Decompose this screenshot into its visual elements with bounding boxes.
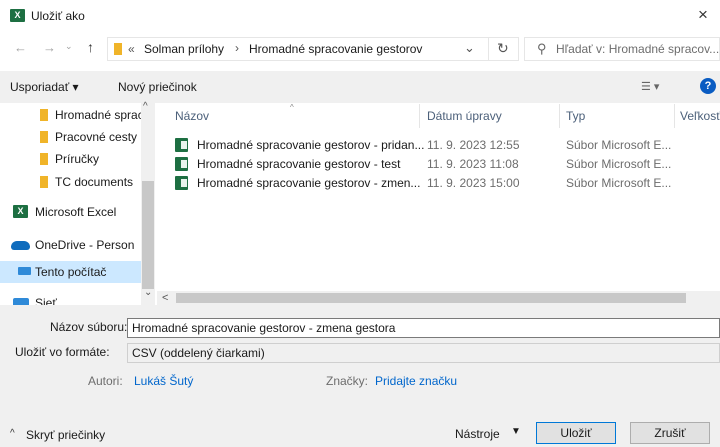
excel-icon: X [13,205,28,218]
column-header-type[interactable]: Typ [566,104,585,128]
nav-item-label: Pracovné cesty [55,130,138,144]
onedrive-icon [11,241,30,250]
close-icon[interactable]: × [698,5,708,25]
nav-item-label: TC documents [55,175,134,189]
filename-value: Hromadné spracovanie gestorov - zmena ge… [132,321,396,335]
address-dropdown-chevron-icon[interactable]: ⌄ [464,40,475,56]
excel-file-icon [175,157,188,171]
format-select[interactable]: CSV (oddelený čiarkami) ⌄ [127,343,720,363]
save-options-panel: Názov súboru: Hromadné spracovanie gesto… [0,305,720,447]
refresh-icon[interactable]: ↻ [497,40,509,57]
window-title: Uložiť ako [31,9,85,23]
column-divider[interactable] [419,104,420,128]
sort-ascending-icon: ^ [290,103,294,112]
nav-item-label: Hromadné sprac [55,108,141,122]
nav-item-this-pc[interactable]: Tento počítač [0,261,141,283]
scroll-left-icon[interactable]: < [162,291,168,305]
file-type: Súbor Microsoft E... [566,157,672,171]
search-icon: ⚲ [537,41,547,56]
nav-item-onedrive[interactable]: OneDrive - Person [0,234,141,256]
navigation-pane: Hromadné sprac Pracovné cesty Príručky T… [0,103,155,305]
hide-folders-button[interactable]: Skryť priečinky [26,428,105,442]
title-bar: X Uložiť ako × [0,0,720,32]
save-button[interactable]: Uložiť [536,422,616,444]
scroll-down-icon[interactable]: ⌄ [144,287,152,298]
help-icon[interactable]: ? [700,78,716,94]
file-row[interactable]: Hromadné spracovanie gestorov - test 11.… [175,155,720,173]
network-icon [13,298,29,305]
file-type: Súbor Microsoft E... [566,138,672,152]
column-header-name[interactable]: Názov [175,104,209,128]
cancel-button[interactable]: Zrušiť [630,422,710,444]
file-list-horizontal-scrollbar[interactable]: < [157,291,720,305]
new-folder-button[interactable]: Nový priečinok [118,80,197,94]
computer-icon [18,267,31,275]
command-bar: Usporiadať ▾ Nový priečinok ☰ ▾ ? [0,71,720,103]
filename-input[interactable]: Hromadné spracovanie gestorov - zmena ge… [127,318,720,338]
excel-file-icon [175,138,188,152]
nav-item-tc-documents[interactable]: TC documents [0,171,141,193]
scroll-up-icon[interactable]: ^ [143,101,148,112]
column-header-date[interactable]: Dátum úpravy [427,104,502,128]
up-arrow-icon[interactable]: ↑ [87,39,94,55]
file-row[interactable]: Hromadné spracovanie gestorov - zmen... … [175,174,720,192]
folder-icon [40,131,48,143]
back-arrow-icon[interactable]: ← [14,40,27,55]
organize-button[interactable]: Usporiadať ▾ [10,80,79,94]
file-date: 11. 9. 2023 11:08 [427,157,519,171]
format-label: Uložiť vo formáte: [15,345,110,359]
filename-label: Názov súboru: [50,320,128,334]
authors-label: Autori: [88,374,123,388]
chevron-up-icon[interactable]: ^ [10,428,15,439]
tools-button[interactable]: Nástroje [455,427,500,441]
file-type: Súbor Microsoft E... [566,176,672,190]
navigation-pane-scrollbar[interactable]: ^ ⌄ [141,101,155,305]
recent-locations-chevron-icon[interactable]: ⌄ [65,41,73,52]
file-date: 11. 9. 2023 12:55 [427,138,520,152]
address-divider [488,38,489,60]
add-tag-link[interactable]: Pridajte značku [375,374,457,388]
tags-label: Značky: [326,374,369,388]
nav-item-microsoft-excel[interactable]: X Microsoft Excel [0,201,141,223]
breadcrumb-separator: › [235,41,239,55]
scroll-thumb[interactable] [142,181,154,289]
nav-item-prirucky[interactable]: Príručky [0,148,141,170]
nav-item-network[interactable]: Sieť [0,292,141,305]
nav-item-pracovne-cesty[interactable]: Pracovné cesty [0,126,141,148]
nav-item-label: Príručky [55,152,100,166]
file-date: 11. 9. 2023 15:00 [427,176,520,190]
file-row[interactable]: Hromadné spracovanie gestorov - pridan..… [175,136,720,154]
nav-item-label: Tento počítač [35,265,107,279]
excel-file-icon [175,176,188,190]
excel-app-icon: X [10,9,25,22]
search-box[interactable]: ⚲ Hľadať v: Hromadné spracov... [524,37,720,61]
breadcrumb-current[interactable]: Hromadné spracovanie gestorov [249,42,422,56]
file-name: Hromadné spracovanie gestorov - pridan..… [197,138,425,152]
folder-icon [40,176,48,188]
forward-arrow-icon[interactable]: → [43,40,56,55]
tools-dropdown-icon[interactable]: ▼ [511,426,521,437]
folder-icon [40,109,48,121]
nav-item-label: Sieť [35,296,57,305]
search-input[interactable]: Hľadať v: Hromadné spracov... [556,42,719,56]
column-header-size[interactable]: Veľkosť [680,104,720,128]
nav-item-label: Microsoft Excel [35,205,117,219]
format-value: CSV (oddelený čiarkami) [132,346,265,360]
column-divider[interactable] [559,104,560,128]
column-divider[interactable] [674,104,675,128]
scroll-thumb[interactable] [176,293,686,303]
nav-item-label: OneDrive - Person [35,238,135,252]
breadcrumb-overflow[interactable]: « [128,42,135,56]
file-name: Hromadné spracovanie gestorov - zmen... [197,176,421,190]
file-name: Hromadné spracovanie gestorov - test [197,157,401,171]
authors-link[interactable]: Lukáš Šutý [134,374,193,388]
nav-item-hromadne[interactable]: Hromadné sprac [0,104,141,126]
view-options-icon[interactable]: ☰ ▾ [641,80,659,93]
folder-icon [40,153,48,165]
folder-icon [114,43,122,55]
breadcrumb-solman[interactable]: Solman prílohy [144,42,224,56]
address-bar[interactable]: « Solman prílohy › Hromadné spracovanie … [107,37,519,61]
